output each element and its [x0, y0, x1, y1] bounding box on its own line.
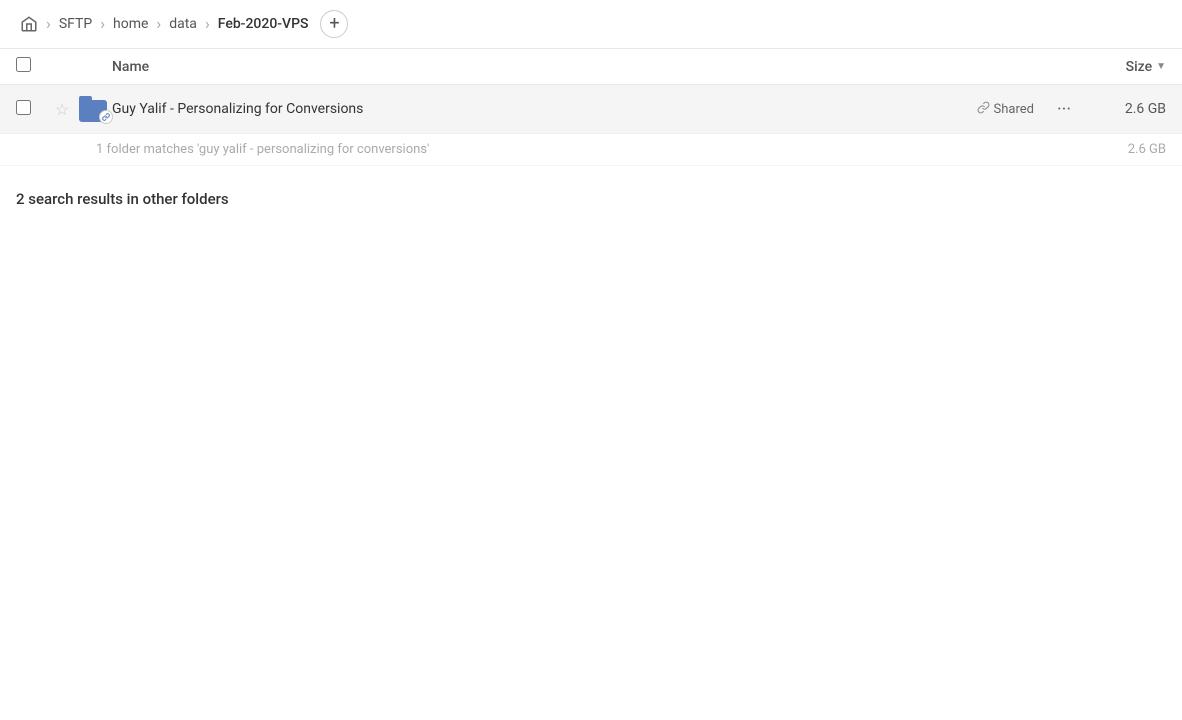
file-icon-cell [76, 96, 112, 122]
star-button[interactable]: ☆ [48, 100, 76, 119]
more-options-icon: ··· [1057, 99, 1071, 120]
breadcrumb-data[interactable]: data [165, 14, 201, 34]
table-header: Name Size ▼ [0, 49, 1182, 85]
file-size: 2.6 GB [1086, 101, 1166, 117]
header-checkbox-cell[interactable] [16, 57, 48, 76]
match-info-row: 1 folder matches 'guy yalif - personaliz… [0, 134, 1182, 166]
breadcrumb-home[interactable]: home [109, 14, 152, 34]
match-info-size: 2.6 GB [1128, 142, 1166, 157]
shared-link-icon [977, 101, 990, 118]
sort-arrow-icon: ▼ [1156, 61, 1166, 72]
match-info-text: 1 folder matches 'guy yalif - personaliz… [96, 142, 429, 157]
size-col-label: Size [1126, 59, 1152, 75]
breadcrumb-add-button[interactable]: + [320, 10, 348, 38]
breadcrumb-current[interactable]: Feb-2020-VPS [214, 14, 313, 34]
shared-badge: Shared [969, 99, 1042, 120]
breadcrumb-sep-3: › [156, 16, 161, 32]
shared-label: Shared [994, 102, 1034, 117]
file-name: Guy Yalif - Personalizing for Conversion… [112, 101, 969, 117]
breadcrumb-sep-2: › [100, 16, 105, 32]
other-folders-heading: 2 search results in other folders [0, 166, 1182, 220]
row-checkbox[interactable] [16, 100, 31, 115]
folder-icon [79, 96, 109, 122]
select-all-checkbox[interactable] [16, 57, 31, 72]
link-badge-icon [99, 110, 113, 124]
more-options-button[interactable]: ··· [1050, 95, 1078, 123]
breadcrumb-sep-4: › [205, 16, 210, 32]
header-size-col[interactable]: Size ▼ [1066, 59, 1166, 75]
file-row[interactable]: ☆ Guy Yalif - Personalizing for Conversi… [0, 85, 1182, 134]
row-checkbox-cell[interactable] [16, 100, 48, 119]
breadcrumb-home-icon[interactable] [16, 11, 42, 37]
breadcrumb-sep-1: › [46, 16, 51, 32]
breadcrumb-sftp[interactable]: SFTP [55, 14, 96, 34]
breadcrumb-bar: › SFTP › home › data › Feb-2020-VPS + [0, 0, 1182, 49]
header-name-col: Name [112, 59, 1066, 75]
